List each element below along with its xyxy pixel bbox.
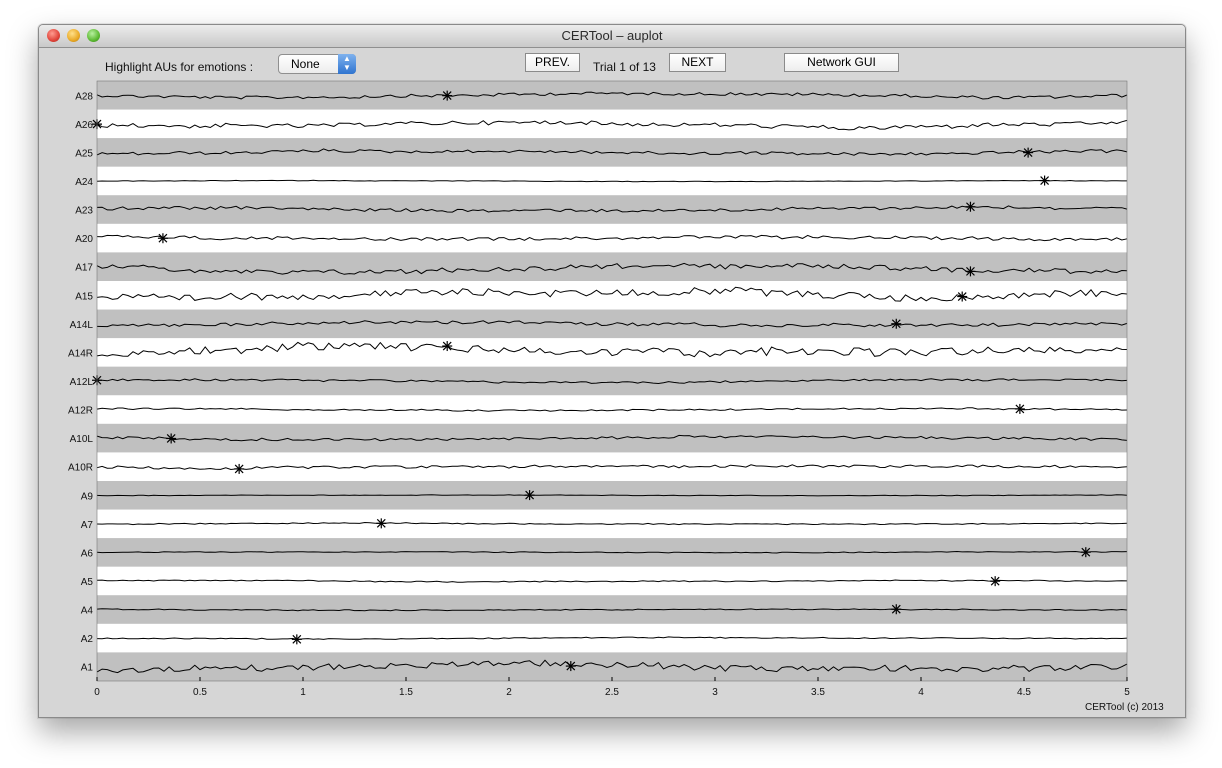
au-label: A9: [81, 491, 94, 502]
row-band: [97, 81, 1127, 110]
au-label: A10R: [68, 463, 93, 474]
peak-marker: [565, 661, 576, 672]
au-label: A7: [81, 520, 94, 531]
au-label: A15: [75, 291, 93, 302]
au-label: A6: [81, 548, 94, 559]
x-tick-label: 3: [712, 687, 718, 698]
peak-marker: [990, 576, 1001, 587]
app-window: CERTool – auplot Highlight AUs for emoti…: [38, 24, 1186, 718]
au-label: A24: [75, 177, 93, 188]
peak-marker: [965, 201, 976, 212]
row-band: [97, 652, 1127, 681]
row-band: [97, 252, 1127, 281]
x-tick-label: 2: [506, 687, 512, 698]
peak-marker: [1023, 147, 1034, 158]
au-label: A25: [75, 148, 93, 159]
row-band: [97, 423, 1127, 453]
au-label: A26: [75, 120, 93, 131]
peak-marker: [157, 233, 168, 244]
row-band: [97, 452, 1127, 481]
row-band: [97, 395, 1127, 424]
au-label: A10L: [70, 434, 94, 445]
x-tick-label: 3.5: [811, 687, 825, 698]
peak-marker: [1014, 403, 1025, 414]
au-label: A14L: [70, 320, 94, 331]
au-label: A28: [75, 91, 93, 102]
peak-marker: [965, 266, 976, 277]
row-band: [97, 281, 1127, 310]
peak-marker: [442, 341, 453, 352]
peak-marker: [1080, 547, 1091, 558]
row-band: [97, 338, 1127, 367]
peak-marker: [1039, 175, 1050, 186]
au-plot: A28A26A25A24A23A20A17A15A14LA14RA12LA12R…: [68, 80, 1130, 698]
x-tick-label: 4: [918, 687, 924, 698]
peak-marker: [376, 518, 387, 529]
x-tick-label: 4.5: [1017, 687, 1031, 698]
peak-marker: [891, 604, 902, 615]
x-tick-label: 2.5: [605, 687, 619, 698]
au-label: A23: [75, 206, 93, 217]
au-label: A4: [81, 606, 94, 617]
x-tick-label: 1: [300, 687, 306, 698]
x-tick-label: 1.5: [399, 687, 413, 698]
au-label: A14R: [68, 348, 93, 359]
row-band: [97, 109, 1127, 139]
au-label: A1: [81, 663, 94, 674]
peak-marker: [891, 318, 902, 329]
peak-marker: [291, 634, 302, 645]
au-label: A2: [81, 634, 94, 645]
x-tick-label: 0.5: [193, 687, 207, 698]
peak-marker: [166, 433, 177, 444]
x-tick-label: 0: [94, 687, 100, 698]
au-label: A12L: [70, 377, 94, 388]
copyright-text: CERTool (c) 2013: [1085, 702, 1164, 713]
x-tick-label: 5: [1124, 687, 1130, 698]
au-label: A20: [75, 234, 93, 245]
au-label: A12R: [68, 406, 93, 417]
au-label: A17: [75, 263, 93, 274]
au-label: A5: [81, 577, 94, 588]
peak-marker: [957, 291, 968, 302]
peak-marker: [234, 463, 245, 474]
peak-marker: [442, 90, 453, 101]
peak-marker: [524, 490, 535, 501]
